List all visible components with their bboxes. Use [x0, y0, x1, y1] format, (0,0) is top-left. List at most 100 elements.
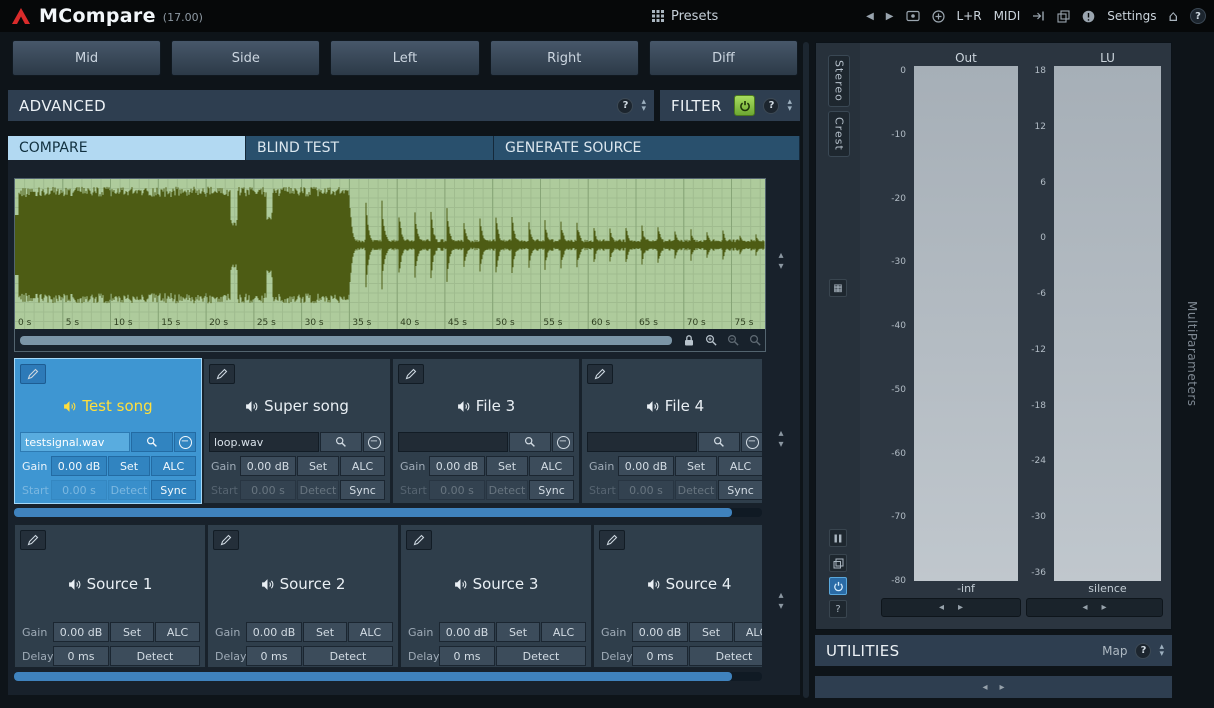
filter-collapse-icon[interactable]: ▴ ▾ — [787, 97, 792, 113]
alc-button[interactable]: ALC — [718, 456, 762, 476]
sources-resize-stepper[interactable]: ▴ ▾ — [766, 590, 796, 612]
browse-button[interactable] — [698, 432, 740, 452]
channel-button[interactable]: Left — [330, 40, 480, 76]
gain-value[interactable]: 0.00 dB — [439, 622, 495, 642]
sync-button[interactable]: Sync — [340, 480, 385, 500]
gain-value[interactable]: 0.00 dB — [618, 456, 674, 476]
utilities-section-header[interactable]: UTILITIES Map ? ▴ ▾ — [815, 635, 1172, 666]
dock-icon[interactable] — [1032, 10, 1045, 22]
set-button[interactable]: Set — [689, 622, 733, 642]
detect-button[interactable]: Detect — [689, 646, 762, 666]
sync-button[interactable]: Sync — [151, 480, 196, 500]
scrollbar-thumb[interactable] — [14, 672, 732, 681]
alc-button[interactable]: ALC — [541, 622, 586, 642]
tab[interactable]: COMPARE — [8, 136, 246, 160]
remove-button[interactable]: − — [741, 432, 762, 452]
gain-value[interactable]: 0.00 dB — [429, 456, 485, 476]
advanced-section-header[interactable]: ADVANCED ? ▴ ▾ — [8, 90, 654, 121]
gain-value[interactable]: 0.00 dB — [240, 456, 296, 476]
file-path-input[interactable] — [398, 432, 508, 452]
panel-divider[interactable] — [803, 42, 809, 698]
alc-button[interactable]: ALC — [734, 622, 762, 642]
waveform-resize-stepper[interactable]: ▴ ▾ — [766, 250, 796, 272]
set-button[interactable]: Set — [110, 622, 154, 642]
file-row-scrollbar[interactable] — [14, 508, 762, 517]
delay-value[interactable]: 0 ms — [53, 646, 109, 666]
presets-button[interactable]: Presets — [652, 0, 718, 32]
delay-value[interactable]: 0 ms — [246, 646, 302, 666]
edit-button[interactable] — [20, 530, 46, 550]
source-slot[interactable]: Source 3 Gain 0.00 dB Set ALC Delay 0 ms… — [400, 524, 592, 668]
scrollbar-thumb[interactable] — [14, 508, 732, 517]
snapshot-icon[interactable] — [905, 10, 920, 22]
detect-button[interactable]: Detect — [110, 646, 200, 666]
set-button[interactable]: Set — [303, 622, 347, 642]
file-slot[interactable]: File 4 − Gain 0.00 dB Set ALC Start 0.00… — [581, 358, 762, 504]
remove-button[interactable]: − — [363, 432, 385, 452]
alc-button[interactable]: ALC — [155, 622, 200, 642]
start-value[interactable]: 0.00 s — [429, 480, 485, 500]
filter-section-header[interactable]: FILTER ? ▴ ▾ — [660, 90, 800, 121]
start-value[interactable]: 0.00 s — [618, 480, 674, 500]
browse-button[interactable] — [131, 432, 173, 452]
remove-button[interactable]: − — [174, 432, 196, 452]
delay-value[interactable]: 0 ms — [439, 646, 495, 666]
alc-button[interactable]: ALC — [340, 456, 385, 476]
settings-button[interactable]: Settings — [1107, 9, 1156, 23]
edit-button[interactable] — [406, 530, 432, 550]
start-value[interactable]: 0.00 s — [240, 480, 296, 500]
utilities-slider[interactable]: ◂ ▸ — [815, 676, 1172, 698]
prev-preset-icon[interactable]: ◀ — [866, 11, 874, 22]
detect-button[interactable]: Detect — [496, 646, 586, 666]
utilities-help-icon[interactable]: ? — [1135, 642, 1152, 659]
file-slot[interactable]: Super song loop.wav − Gain 0.00 dB Set A… — [203, 358, 391, 504]
add-icon[interactable] — [931, 9, 945, 23]
delay-value[interactable]: 0 ms — [632, 646, 688, 666]
tab[interactable]: GENERATE SOURCE — [494, 136, 800, 160]
filter-power-button[interactable] — [734, 95, 756, 116]
meter-help-icon[interactable]: ? — [829, 600, 847, 618]
tab[interactable]: BLIND TEST — [246, 136, 494, 160]
remove-button[interactable]: − — [552, 432, 574, 452]
files-resize-stepper[interactable]: ▴ ▾ — [766, 428, 796, 450]
channel-button[interactable]: Right — [489, 40, 639, 76]
channel-button[interactable]: Side — [171, 40, 321, 76]
detect-button[interactable]: Detect — [108, 480, 150, 500]
sync-button[interactable]: Sync — [718, 480, 762, 500]
detect-button[interactable]: Detect — [303, 646, 393, 666]
zoom-in-icon[interactable] — [703, 333, 719, 348]
home-icon[interactable]: ⌂ — [1168, 7, 1178, 25]
channel-mode-button[interactable]: L+R — [957, 9, 982, 23]
zoom-out-icon[interactable] — [725, 333, 741, 348]
edit-button[interactable] — [398, 364, 424, 384]
browse-button[interactable] — [320, 432, 362, 452]
zoom-fit-icon[interactable] — [747, 333, 763, 348]
waveform-scrollbar[interactable] — [20, 336, 672, 345]
edit-button[interactable] — [213, 530, 239, 550]
utilities-collapse-icon[interactable]: ▴ ▾ — [1159, 642, 1164, 658]
edit-button[interactable] — [587, 364, 613, 384]
set-button[interactable]: Set — [675, 456, 717, 476]
lock-icon[interactable] — [681, 333, 697, 348]
start-value[interactable]: 0.00 s — [51, 480, 107, 500]
gain-value[interactable]: 0.00 dB — [632, 622, 688, 642]
source-row-scrollbar[interactable] — [14, 672, 762, 681]
set-button[interactable]: Set — [297, 456, 339, 476]
set-button[interactable]: Set — [108, 456, 150, 476]
advanced-collapse-icon[interactable]: ▴ ▾ — [641, 97, 646, 113]
alc-button[interactable]: ALC — [151, 456, 196, 476]
detect-button[interactable]: Detect — [675, 480, 717, 500]
edit-button[interactable] — [209, 364, 235, 384]
lu-meter-range-slider[interactable]: ◂ ▸ — [1026, 598, 1163, 617]
advanced-help-icon[interactable]: ? — [617, 97, 634, 114]
file-path-input[interactable]: loop.wav — [209, 432, 319, 452]
waveform-display[interactable]: 0 s 5 s 10 s 15 s 20 s 25 s 30 s 35 s 40… — [15, 179, 765, 329]
gain-value[interactable]: 0.00 dB — [51, 456, 107, 476]
file-slot[interactable]: File 3 − Gain 0.00 dB Set ALC Start 0.00… — [392, 358, 580, 504]
source-slot[interactable]: Source 2 Gain 0.00 dB Set ALC Delay 0 ms… — [207, 524, 399, 668]
browse-button[interactable] — [509, 432, 551, 452]
set-button[interactable]: Set — [486, 456, 528, 476]
detect-button[interactable]: Detect — [486, 480, 528, 500]
set-button[interactable]: Set — [496, 622, 540, 642]
edit-button[interactable] — [20, 364, 46, 384]
